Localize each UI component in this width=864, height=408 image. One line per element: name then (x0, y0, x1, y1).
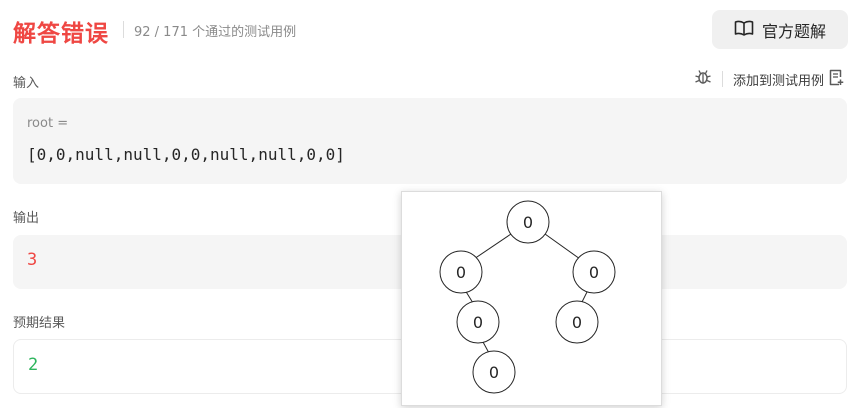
result-status-title: 解答错误 (13, 21, 109, 47)
book-icon (734, 20, 754, 40)
tree-node-label: 0 (523, 213, 533, 232)
tree-node-label: 0 (489, 363, 499, 382)
expected-label: 预期结果 (13, 316, 66, 331)
header-divider (123, 21, 124, 38)
input-variable-value: [0,0,null,null,0,0,null,null,0,0] (27, 145, 345, 164)
tree-node: 0 (506, 200, 550, 244)
input-label: 输入 (13, 76, 40, 91)
tree-node-label: 0 (456, 263, 466, 282)
output-value: 3 (27, 250, 38, 270)
tree-edge (544, 233, 581, 260)
add-to-testcase-button[interactable]: 添加到测试用例 (733, 69, 844, 90)
tree-node-label: 0 (589, 263, 599, 282)
binary-tree-diagram: 0 0 0 0 0 0 (439, 200, 616, 394)
official-solution-button[interactable]: 官方题解 (712, 10, 848, 49)
official-solution-label: 官方题解 (761, 21, 826, 41)
expected-value: 2 (28, 355, 39, 375)
debug-bug-icon[interactable] (694, 68, 712, 90)
tree-visualization-popup: 0 0 0 0 0 0 (401, 191, 662, 406)
input-box: root = [0,0,null,null,0,0,null,null,0,0] (13, 98, 847, 184)
tree-node-label: 0 (473, 313, 483, 332)
pass-count-text: 92 / 171 个通过的测试用例 (134, 25, 297, 40)
toolbar-divider (721, 71, 723, 87)
input-variable-name: root = (27, 116, 69, 131)
tree-node: 0 (439, 250, 483, 294)
file-plus-icon (828, 69, 844, 90)
tree-node: 0 (456, 300, 500, 344)
tree-node: 0 (472, 350, 516, 394)
result-header: 解答错误 92 / 171 个通过的测试用例 官方题解 (0, 0, 864, 62)
tree-node: 0 (572, 250, 616, 294)
tree-edge (473, 233, 512, 260)
output-label: 输出 (13, 211, 40, 226)
tree-node: 0 (555, 300, 599, 344)
input-toolbar: 添加到测试用例 (694, 68, 844, 90)
tree-node-label: 0 (572, 313, 582, 332)
add-testcase-label: 添加到测试用例 (732, 73, 824, 89)
